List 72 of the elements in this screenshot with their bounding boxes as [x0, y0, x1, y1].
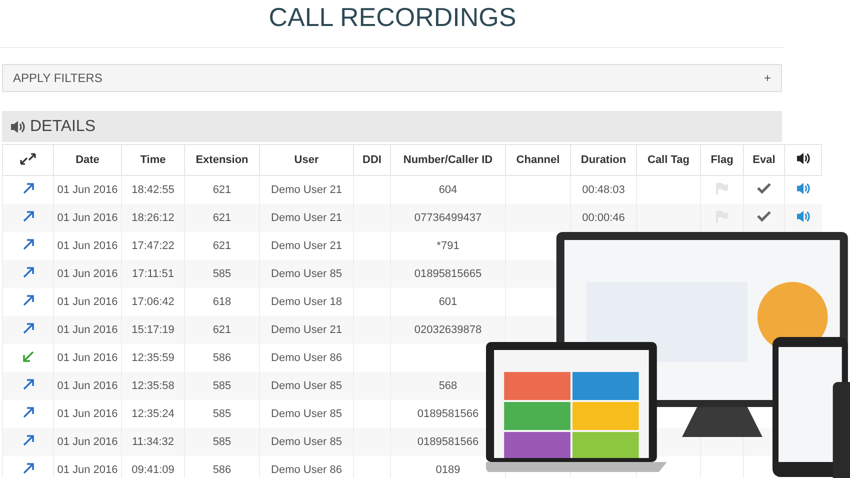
time-text: 18:26:12: [132, 212, 174, 224]
time-text: 09:41:09: [132, 464, 174, 476]
date-text: 01 Jun 2016: [57, 380, 118, 392]
play-audio-icon[interactable]: [796, 210, 811, 223]
date-text: 01 Jun 2016: [57, 436, 118, 448]
time-text: 17:11:51: [132, 268, 174, 280]
caller-id: 0189581566: [417, 436, 479, 448]
user-text: Demo User 85: [271, 268, 342, 280]
date-text: 01 Jun 2016: [57, 268, 118, 280]
caller-id: 0189581566: [417, 408, 479, 420]
check-icon[interactable]: [757, 183, 771, 194]
speaker-icon: [796, 152, 810, 165]
date-text: 01 Jun 2016: [57, 324, 118, 336]
caller-id: *791: [436, 240, 460, 252]
time-text: 12:35:24: [132, 408, 174, 420]
extension-text: 621: [212, 212, 232, 224]
date-text: 01 Jun 2016: [57, 296, 118, 308]
check-icon[interactable]: [757, 211, 771, 222]
user-text: Demo User 85: [271, 436, 342, 448]
time-text: 15:17:19: [132, 324, 174, 336]
user-text: Demo User 86: [271, 352, 342, 364]
date-text: 01 Jun 2016: [57, 408, 118, 420]
date-text: 01 Jun 2016: [57, 240, 118, 252]
caller-id: 568: [438, 380, 458, 392]
filter-bar[interactable]: APPLY FILTERS +: [2, 64, 782, 92]
extension-text: 621: [212, 184, 232, 196]
user-text: Demo User 85: [271, 380, 342, 392]
page-title: CALL RECORDINGS: [0, 0, 785, 48]
extension-text: 585: [212, 268, 232, 280]
time-text: 18:42:55: [132, 184, 174, 196]
extension-text: 621: [212, 240, 232, 252]
column-header[interactable]: Time: [140, 154, 166, 166]
caller-id: 604: [438, 184, 458, 196]
caller-id: 07736499437: [414, 212, 482, 224]
play-audio-icon[interactable]: [796, 182, 811, 195]
extension-text: 586: [212, 352, 232, 364]
user-text: Demo User 21: [271, 184, 342, 196]
expand-toggle[interactable]: +: [764, 71, 771, 85]
duration-text: 00:00:46: [582, 212, 625, 224]
swap-arrows-icon[interactable]: [19, 152, 37, 166]
date-text: 01 Jun 2016: [57, 352, 118, 364]
user-text: Demo User 18: [271, 296, 342, 308]
time-text: 12:35:59: [132, 352, 174, 364]
date-text: 01 Jun 2016: [57, 464, 118, 476]
user-text: Demo User 21: [271, 324, 342, 336]
user-text: Demo User 21: [271, 212, 342, 224]
panel-title: DETAILS: [30, 118, 96, 136]
time-text: 17:47:22: [132, 240, 174, 252]
filter-label: APPLY FILTERS: [13, 71, 102, 85]
caller-id: 0189: [436, 464, 460, 476]
caller-id: 601: [438, 296, 458, 308]
user-text: Demo User 86: [271, 464, 342, 476]
time-text: 12:35:58: [132, 380, 174, 392]
user-text: Demo User 21: [271, 240, 342, 252]
caller-id: 01895815665: [414, 268, 482, 280]
speaker-icon: [10, 120, 26, 134]
time-text: 17:06:42: [132, 296, 174, 308]
extension-text: 586: [212, 464, 232, 476]
date-text: 01 Jun 2016: [57, 184, 118, 196]
extension-text: 585: [212, 380, 232, 392]
time-text: 11:34:32: [132, 436, 174, 448]
column-header[interactable]: Date: [76, 154, 100, 166]
extension-text: 585: [212, 436, 232, 448]
date-text: 01 Jun 2016: [57, 212, 118, 224]
column-header[interactable]: User: [294, 154, 319, 166]
column-header[interactable]: DDI: [362, 154, 382, 166]
caller-id: 02032639878: [414, 324, 482, 336]
duration-text: 00:48:03: [582, 184, 625, 196]
extension-text: 621: [212, 324, 232, 336]
user-text: Demo User 85: [271, 408, 342, 420]
extension-text: 618: [212, 296, 232, 308]
extension-text: 585: [212, 408, 232, 420]
